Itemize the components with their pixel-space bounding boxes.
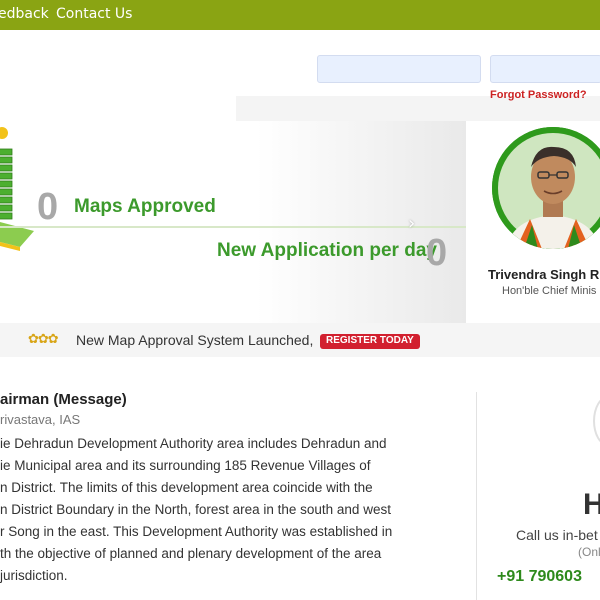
- maps-approved-label: Maps Approved: [74, 196, 216, 217]
- message-line: ie Dehradun Development Authority area i…: [0, 436, 387, 451]
- maps-approved-count: 0: [37, 186, 59, 228]
- coin-stack-icon: [0, 127, 34, 251]
- flower-icon: ✿✿✿: [28, 332, 59, 347]
- cm-name: Trivendra Singh R: [488, 267, 600, 282]
- cm-panel: Trivendra Singh R Hon'ble Chief Minis: [466, 121, 600, 323]
- password-input[interactable]: [490, 55, 600, 83]
- banner-divider: [0, 226, 466, 228]
- new-application-count: 0: [426, 232, 448, 274]
- helpline-call-text: Call us in-bet: [516, 527, 598, 543]
- stats-banner: › 0 Maps Approved New Application per da…: [0, 121, 466, 323]
- forgot-password-link[interactable]: Forgot Password?: [490, 89, 587, 101]
- top-nav: edback Contact Us: [0, 0, 600, 30]
- new-application-label: New Application per day: [217, 240, 437, 261]
- helpline-online-text: (Onl: [578, 545, 600, 559]
- register-today-button[interactable]: REGISTER TODAY: [320, 334, 420, 349]
- message-line: n District Boundary in the North, forest…: [0, 502, 391, 517]
- helpline-heading: H: [583, 488, 600, 521]
- cm-title: Hon'ble Chief Minis: [502, 285, 597, 297]
- helpline-phone[interactable]: +91 790603: [497, 568, 582, 586]
- section-divider: [476, 392, 477, 600]
- message-line: ie Municipal area and its surrounding 18…: [0, 458, 371, 473]
- message-line: n District. The limits of this developme…: [0, 480, 373, 495]
- message-author: rivastava, IAS: [0, 412, 81, 427]
- message-line: jurisdiction.: [0, 568, 68, 583]
- nav-contact-link[interactable]: Contact Us: [56, 6, 132, 22]
- message-title: airman (Message): [0, 391, 127, 408]
- ticker-text: New Map Approval System Launched,: [76, 332, 314, 348]
- nav-feedback-link[interactable]: edback: [0, 6, 49, 22]
- announcement-ticker: ✿✿✿ New Map Approval System Launched, RE…: [0, 323, 600, 357]
- username-input[interactable]: [317, 55, 481, 83]
- message-line: r Song in the east. This Development Aut…: [0, 524, 393, 539]
- cm-avatar: [492, 127, 600, 249]
- message-line: th the objective of planned and plenary …: [0, 546, 382, 561]
- helpline-icon: [593, 396, 600, 446]
- chevron-right-icon[interactable]: ›: [408, 213, 415, 234]
